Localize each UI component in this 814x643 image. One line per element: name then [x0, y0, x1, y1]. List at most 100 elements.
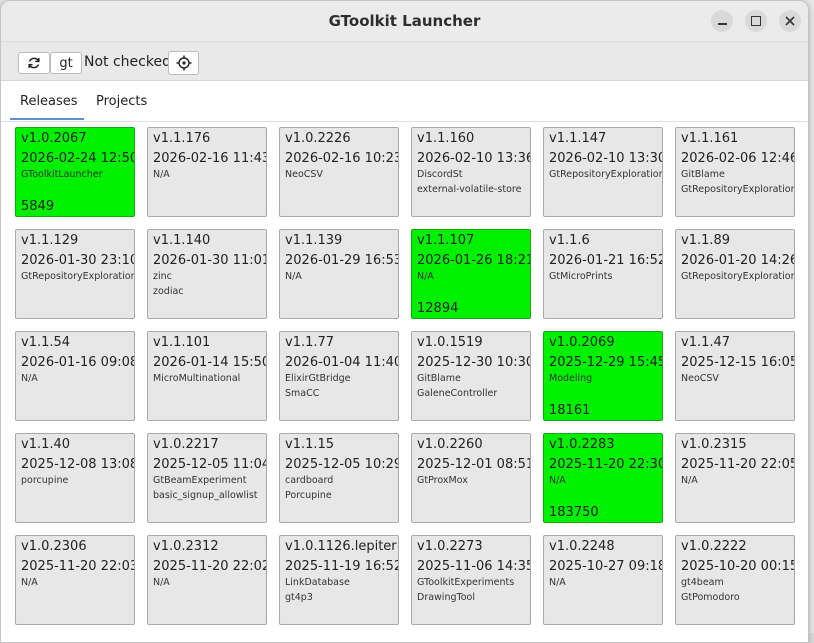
release-date: 2026-01-26 18:21 [417, 253, 531, 268]
release-project: GtBeamExperiment [153, 475, 247, 486]
release-date: 2025-12-30 10:30 [417, 355, 531, 370]
release-project: LinkDatabase [285, 577, 350, 588]
release-project: GtRepositoryExploration [549, 169, 663, 180]
release-version: v1.1.101 [153, 335, 211, 350]
release-card[interactable]: v1.1.40 2025-12-08 13:08 porcupine [15, 433, 135, 523]
release-project: GtRepositoryExploration [681, 271, 795, 282]
release-project: N/A [549, 475, 566, 486]
release-date: 2026-02-16 10:23 [285, 151, 399, 166]
release-card[interactable]: v1.0.2260 2025-12-01 08:51 GtProxMox [411, 433, 531, 523]
tab-releases[interactable]: Releases [20, 94, 78, 109]
release-card[interactable]: v1.0.2315 2025-11-20 22:05 N/A [675, 433, 795, 523]
toolbar: gt Not checked [1, 42, 808, 81]
release-version: v1.1.47 [681, 335, 731, 350]
release-version: v1.0.2312 [153, 539, 219, 554]
release-card[interactable]: v1.1.161 2026-02-06 12:46 GitBlame GtReposi… [675, 127, 795, 217]
release-card[interactable]: v1.0.1126.lepiter 2025-11-19 16:52 LinkDat… [279, 535, 399, 625]
release-grid: v1.0.2067 2026-02-24 12:50 GToolkitLaunche… [15, 127, 795, 625]
release-project: GitBlame [417, 373, 461, 384]
release-date: 2025-11-20 22:03 [21, 559, 135, 574]
release-date: 2026-01-14 15:50 [153, 355, 267, 370]
close-icon [785, 16, 795, 26]
release-card[interactable]: v1.0.2283 2025-11-20 22:30 N/A 183750 [543, 433, 663, 523]
crosshair-icon [176, 55, 191, 71]
release-card[interactable]: v1.1.6 2026-01-21 16:52 GtMicroPrints [543, 229, 663, 319]
release-version: v1.1.161 [681, 131, 739, 146]
release-card[interactable]: v1.1.54 2026-01-16 09:08 N/A [15, 331, 135, 421]
release-project: N/A [21, 373, 38, 384]
release-card[interactable]: v1.1.15 2025-12-05 10:29 cardboard Porcupin… [279, 433, 399, 523]
update-status: Not checked [84, 54, 171, 70]
release-version: v1.1.176 [153, 131, 211, 146]
release-date: 2026-02-16 11:43 [153, 151, 267, 166]
release-card[interactable]: v1.1.101 2026-01-14 15:50 MicroMultination… [147, 331, 267, 421]
release-card[interactable]: v1.0.2217 2025-12-05 11:04 GtBeamExperimen… [147, 433, 267, 523]
release-project: NeoCSV [285, 169, 323, 180]
release-project: porcupine [21, 475, 69, 486]
maximize-button[interactable] [745, 10, 767, 32]
release-card[interactable]: v1.0.2306 2025-11-20 22:03 N/A [15, 535, 135, 625]
release-card[interactable]: v1.0.1519 2025-12-30 10:30 GitBlame GaleneC… [411, 331, 531, 421]
release-version: v1.0.2283 [549, 437, 615, 452]
release-project: external-volatile-store [417, 184, 522, 195]
release-date: 2026-01-20 14:26 [681, 253, 795, 268]
release-project: GtProxMox [417, 475, 468, 486]
release-card[interactable]: v1.1.176 2026-02-16 11:43 N/A [147, 127, 267, 217]
release-version: v1.1.77 [285, 335, 335, 350]
release-card[interactable]: v1.0.2248 2025-10-27 09:18 N/A [543, 535, 663, 625]
release-date: 2025-11-06 14:35 [417, 559, 531, 574]
release-version: v1.0.1519 [417, 335, 483, 350]
refresh-icon [28, 57, 40, 69]
release-card[interactable]: v1.1.129 2026-01-30 23:10 GtRepositoryExpl… [15, 229, 135, 319]
release-card[interactable]: v1.0.2273 2025-11-06 14:35 GToolkitExperim… [411, 535, 531, 625]
release-version: v1.1.107 [417, 233, 475, 248]
release-project: SmaCC [285, 388, 320, 399]
release-card[interactable]: v1.1.139 2026-01-29 16:53 N/A [279, 229, 399, 319]
minimize-button[interactable] [711, 10, 733, 32]
release-card[interactable]: v1.0.2226 2026-02-16 10:23 NeoCSV [279, 127, 399, 217]
release-card[interactable]: v1.0.2222 2025-10-20 00:15 gt4beam GtPomodo… [675, 535, 795, 625]
release-date: 2026-01-04 11:40 [285, 355, 399, 370]
release-card[interactable]: v1.1.47 2025-12-15 16:05 NeoCSV [675, 331, 795, 421]
release-version: v1.0.2069 [549, 335, 615, 350]
release-project: basic_signup_allowlist [153, 490, 258, 501]
release-version: v1.0.2273 [417, 539, 483, 554]
locate-button[interactable] [168, 51, 199, 75]
release-version: v1.0.2315 [681, 437, 747, 452]
maximize-icon [751, 16, 761, 26]
release-version: v1.1.160 [417, 131, 475, 146]
release-date: 2025-12-05 11:04 [153, 457, 267, 472]
download-count: 5849 [21, 199, 55, 214]
close-button[interactable] [779, 10, 801, 32]
release-card[interactable]: v1.1.77 2026-01-04 11:40 ElixirGtBridge Sma… [279, 331, 399, 421]
release-project: zodiac [153, 286, 184, 297]
release-project: N/A [417, 271, 434, 282]
release-version: v1.0.2222 [681, 539, 747, 554]
tab-projects[interactable]: Projects [96, 94, 147, 109]
release-version: v1.1.54 [21, 335, 71, 350]
release-version: v1.0.2306 [21, 539, 87, 554]
release-card[interactable]: v1.0.2312 2025-11-20 22:02 N/A [147, 535, 267, 625]
release-project: cardboard [285, 475, 334, 486]
release-card[interactable]: v1.0.2069 2025-12-29 15:45 Modeling 18161 [543, 331, 663, 421]
release-card[interactable]: v1.1.107 2026-01-26 18:21 N/A 12894 [411, 229, 531, 319]
release-project: GitBlame [681, 169, 725, 180]
release-card[interactable]: v1.1.89 2026-01-20 14:26 GtRepositoryExplo… [675, 229, 795, 319]
gt-button[interactable]: gt [50, 52, 82, 74]
title-bar: GToolkit Launcher [1, 1, 808, 42]
release-date: 2025-10-27 09:18 [549, 559, 663, 574]
release-project: GtPomodoro [681, 592, 740, 603]
refresh-button[interactable] [18, 52, 50, 74]
release-project: gt4p3 [285, 592, 313, 603]
release-card[interactable]: v1.1.160 2026-02-10 13:36 DiscordSt externa… [411, 127, 531, 217]
release-version: v1.1.15 [285, 437, 335, 452]
release-card[interactable]: v1.1.140 2026-01-30 11:01 zinc zodiac [147, 229, 267, 319]
release-project: N/A [21, 577, 38, 588]
active-tab-indicator [10, 118, 84, 120]
release-project: MicroMultinational [153, 373, 241, 384]
release-version: v1.0.1126.lepiter [285, 539, 397, 554]
release-card[interactable]: v1.0.2067 2026-02-24 12:50 GToolkitLaunche… [15, 127, 135, 217]
release-version: v1.0.2217 [153, 437, 219, 452]
release-date: 2026-02-06 12:46 [681, 151, 795, 166]
release-card[interactable]: v1.1.147 2026-02-10 13:30 GtRepositoryExpl… [543, 127, 663, 217]
